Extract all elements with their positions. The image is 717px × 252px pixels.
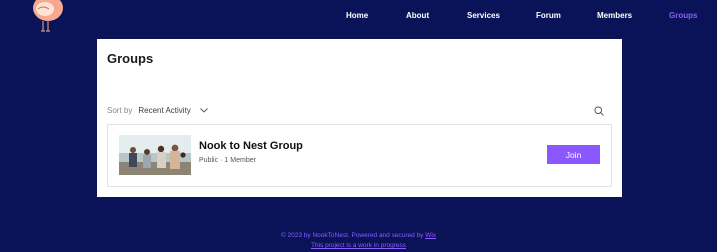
footer-note[interactable]: This project is a work in progress	[311, 242, 406, 249]
footer: © 2023 by NookToNest. Powered and secure…	[0, 231, 717, 251]
groups-panel: Groups Sort by Recent Activity Nook to N…	[97, 39, 622, 197]
search-icon[interactable]	[594, 106, 604, 116]
sort-dropdown[interactable]: Recent Activity	[138, 106, 208, 115]
group-privacy: Public	[199, 157, 219, 164]
footer-text: © 2023 by NookToNest. Powered and secure…	[280, 232, 424, 239]
nav-members[interactable]: Members	[597, 11, 632, 20]
footer-copyright: © 2023 by NookToNest. Powered and secure…	[0, 231, 717, 241]
group-cover-image[interactable]	[119, 135, 191, 175]
nav-home[interactable]: Home	[346, 11, 368, 20]
nav-groups[interactable]: Groups	[669, 11, 697, 20]
page-title: Groups	[107, 51, 154, 66]
group-member-count: 1 Member	[224, 157, 256, 164]
chevron-down-icon	[199, 108, 208, 113]
footer-note-line: This project is a work in progress	[0, 241, 717, 251]
sort-value: Recent Activity	[138, 106, 191, 115]
group-list-item[interactable]: Nook to Nest Group Public · 1 Member Joi…	[107, 124, 612, 187]
sort-control: Sort by Recent Activity	[107, 106, 208, 115]
footer-wix-link[interactable]: Wix	[425, 232, 436, 239]
main-nav: Home About Services Forum Members Groups	[0, 11, 717, 25]
nav-forum[interactable]: Forum	[536, 11, 561, 20]
nav-services[interactable]: Services	[467, 11, 500, 20]
group-name-link[interactable]: Nook to Nest Group	[199, 140, 303, 152]
join-button[interactable]: Join	[547, 145, 600, 164]
sort-label: Sort by	[107, 106, 133, 115]
meta-separator: ·	[220, 157, 223, 164]
nav-about[interactable]: About	[406, 11, 429, 20]
group-meta: Public · 1 Member	[199, 157, 256, 164]
